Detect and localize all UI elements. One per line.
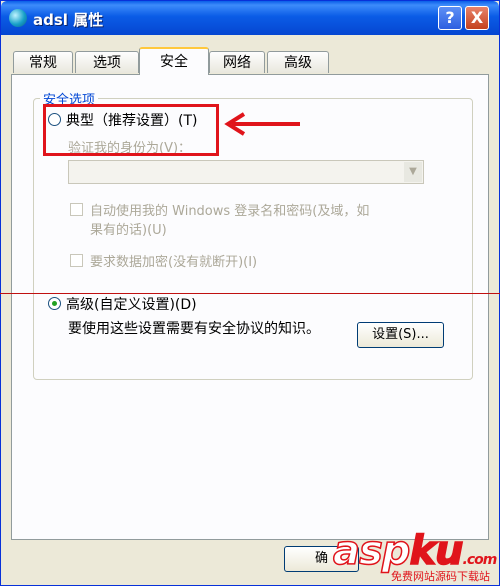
tab-advanced[interactable]: 高级: [267, 51, 329, 73]
help-button[interactable]: ?: [438, 6, 462, 30]
tab-networking[interactable]: 网络: [209, 51, 265, 73]
advanced-label[interactable]: 高级(自定义设置)(D): [66, 294, 197, 314]
settings-button[interactable]: 设置(S)...: [357, 322, 444, 348]
verify-identity-select[interactable]: ▼: [68, 160, 424, 184]
require-encryption-checkbox[interactable]: [70, 254, 83, 267]
chevron-down-icon[interactable]: ▼: [404, 162, 422, 182]
require-encryption-label: 要求数据加密(没有就断开)(I): [90, 255, 258, 270]
window-title: adsl 属性: [33, 11, 104, 29]
watermark-subtext: 免费网站源码下载站: [391, 570, 490, 583]
advanced-description: 要使用这些设置需要有安全协议的知识。: [68, 321, 320, 337]
auto-login-checkbox[interactable]: [70, 203, 83, 216]
auto-login-label: 自动使用我的 Windows 登录名和密码(及域，如: [90, 204, 370, 219]
tab-options[interactable]: 选项: [75, 51, 139, 73]
advanced-radio[interactable]: [48, 297, 61, 310]
network-globe-icon: [9, 9, 27, 27]
auto-login-label-cont: 果有的话)(U): [90, 223, 167, 238]
watermark-brand-suffix: .com: [462, 552, 498, 568]
title-bar[interactable]: adsl 属性 ? X: [1, 1, 499, 35]
annotation-highlight-box: [43, 104, 219, 156]
tab-security[interactable]: 安全: [139, 47, 209, 75]
annotation-arrow-icon: [224, 112, 300, 136]
tab-general[interactable]: 常规: [13, 51, 73, 73]
close-button[interactable]: X: [465, 6, 489, 30]
